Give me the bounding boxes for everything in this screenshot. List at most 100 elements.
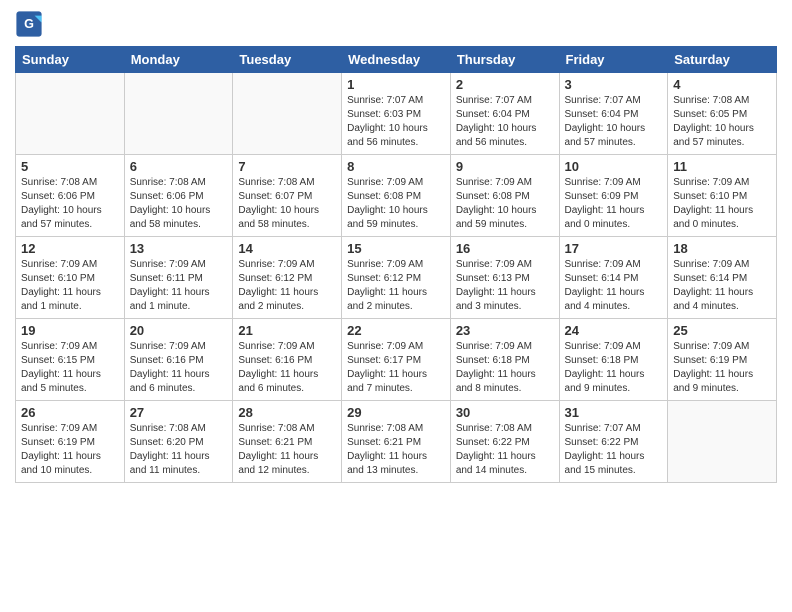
day-number: 26 [21,405,119,420]
day-number: 24 [565,323,663,338]
calendar-cell: 16 Sunrise: 7:09 AM Sunset: 6:13 PM Dayli… [450,237,559,319]
day-number: 28 [238,405,336,420]
day-info: Sunrise: 7:08 AM Sunset: 6:21 PM Dayligh… [238,422,336,478]
day-info: Sunrise: 7:09 AM Sunset: 6:13 PM Dayligh… [456,258,554,314]
day-info: Sunrise: 7:09 AM Sunset: 6:14 PM Dayligh… [565,258,663,314]
day-info: Sunrise: 7:09 AM Sunset: 6:18 PM Dayligh… [456,340,554,396]
header-day: Monday [124,47,233,73]
calendar-page: G SundayMondayTuesdayWednesdayThursdayFr… [0,0,792,612]
header-day: Saturday [668,47,777,73]
calendar-cell: 7 Sunrise: 7:08 AM Sunset: 6:07 PM Daylig… [233,155,342,237]
day-number: 27 [130,405,228,420]
day-number: 9 [456,159,554,174]
day-number: 16 [456,241,554,256]
calendar-cell: 2Sunrise: 7:07 AM Sunset: 6:04 PM Daylig… [450,73,559,155]
calendar-cell: 21 Sunrise: 7:09 AM Sunset: 6:16 PM Dayli… [233,319,342,401]
day-number: 10 [565,159,663,174]
day-number: 7 [238,159,336,174]
calendar-cell: 13 Sunrise: 7:09 AM Sunset: 6:11 PM Dayli… [124,237,233,319]
day-number: 23 [456,323,554,338]
calendar-cell: 31 Sunrise: 7:07 AM Sunset: 6:22 PM Dayli… [559,401,668,483]
svg-text:G: G [24,17,34,31]
day-number: 1 [347,77,445,92]
day-info: Sunrise: 7:09 AM Sunset: 6:17 PM Dayligh… [347,340,445,396]
day-info: Sunrise: 7:09 AM Sunset: 6:10 PM Dayligh… [673,176,771,232]
day-number: 21 [238,323,336,338]
day-info: Sunrise: 7:09 AM Sunset: 6:11 PM Dayligh… [130,258,228,314]
day-info: Sunrise: 7:09 AM Sunset: 6:19 PM Dayligh… [673,340,771,396]
day-number: 25 [673,323,771,338]
calendar-cell [16,73,125,155]
day-info: Sunrise: 7:07 AM Sunset: 6:04 PM Dayligh… [456,94,554,150]
header-day: Tuesday [233,47,342,73]
calendar-week-row: 1 Sunrise: 7:07 AM Sunset: 6:03 PM Daylig… [16,73,777,155]
day-info: Sunrise: 7:08 AM Sunset: 6:06 PM Dayligh… [21,176,119,232]
calendar-cell: 25 Sunrise: 7:09 AM Sunset: 6:19 PM Dayli… [668,319,777,401]
calendar-week-row: 5 Sunrise: 7:08 AM Sunset: 6:06 PM Daylig… [16,155,777,237]
calendar-cell: 9Sunrise: 7:09 AM Sunset: 6:08 PM Daylig… [450,155,559,237]
day-info: Sunrise: 7:09 AM Sunset: 6:09 PM Dayligh… [565,176,663,232]
day-info: Sunrise: 7:08 AM Sunset: 6:20 PM Dayligh… [130,422,228,478]
header-row: SundayMondayTuesdayWednesdayThursdayFrid… [16,47,777,73]
day-number: 18 [673,241,771,256]
calendar-cell: 17Sunrise: 7:09 AM Sunset: 6:14 PM Dayli… [559,237,668,319]
calendar-cell: 8 Sunrise: 7:09 AM Sunset: 6:08 PM Daylig… [342,155,451,237]
day-info: Sunrise: 7:09 AM Sunset: 6:10 PM Dayligh… [21,258,119,314]
day-info: Sunrise: 7:07 AM Sunset: 6:22 PM Dayligh… [565,422,663,478]
day-number: 31 [565,405,663,420]
day-info: Sunrise: 7:09 AM Sunset: 6:15 PM Dayligh… [21,340,119,396]
calendar-cell: 11Sunrise: 7:09 AM Sunset: 6:10 PM Dayli… [668,155,777,237]
day-number: 29 [347,405,445,420]
calendar-cell: 19Sunrise: 7:09 AM Sunset: 6:15 PM Dayli… [16,319,125,401]
header-day: Friday [559,47,668,73]
calendar-cell: 4Sunrise: 7:08 AM Sunset: 6:05 PM Daylig… [668,73,777,155]
day-number: 3 [565,77,663,92]
calendar-week-row: 26 Sunrise: 7:09 AM Sunset: 6:19 PM Dayli… [16,401,777,483]
day-info: Sunrise: 7:09 AM Sunset: 6:18 PM Dayligh… [565,340,663,396]
day-info: Sunrise: 7:09 AM Sunset: 6:12 PM Dayligh… [238,258,336,314]
calendar-header: G [15,10,777,38]
day-info: Sunrise: 7:09 AM Sunset: 6:19 PM Dayligh… [21,422,119,478]
calendar-cell: 10 Sunrise: 7:09 AM Sunset: 6:09 PM Dayli… [559,155,668,237]
day-number: 5 [21,159,119,174]
day-info: Sunrise: 7:09 AM Sunset: 6:16 PM Dayligh… [238,340,336,396]
day-number: 12 [21,241,119,256]
day-info: Sunrise: 7:08 AM Sunset: 6:07 PM Dayligh… [238,176,336,232]
day-info: Sunrise: 7:07 AM Sunset: 6:03 PM Dayligh… [347,94,445,150]
calendar-cell: 15Sunrise: 7:09 AM Sunset: 6:12 PM Dayli… [342,237,451,319]
day-info: Sunrise: 7:09 AM Sunset: 6:14 PM Dayligh… [673,258,771,314]
calendar-cell: 27 Sunrise: 7:08 AM Sunset: 6:20 PM Dayli… [124,401,233,483]
calendar-cell [668,401,777,483]
calendar-cell: 18 Sunrise: 7:09 AM Sunset: 6:14 PM Dayli… [668,237,777,319]
calendar-cell [233,73,342,155]
day-number: 4 [673,77,771,92]
header-day: Sunday [16,47,125,73]
day-number: 14 [238,241,336,256]
calendar-cell: 28 Sunrise: 7:08 AM Sunset: 6:21 PM Dayli… [233,401,342,483]
logo-icon: G [15,10,43,38]
calendar-cell: 20 Sunrise: 7:09 AM Sunset: 6:16 PM Dayli… [124,319,233,401]
calendar-cell: 1 Sunrise: 7:07 AM Sunset: 6:03 PM Daylig… [342,73,451,155]
calendar-cell: 5 Sunrise: 7:08 AM Sunset: 6:06 PM Daylig… [16,155,125,237]
day-number: 20 [130,323,228,338]
day-info: Sunrise: 7:07 AM Sunset: 6:04 PM Dayligh… [565,94,663,150]
calendar-cell: 26 Sunrise: 7:09 AM Sunset: 6:19 PM Dayli… [16,401,125,483]
day-info: Sunrise: 7:09 AM Sunset: 6:16 PM Dayligh… [130,340,228,396]
calendar-cell: 30 Sunrise: 7:08 AM Sunset: 6:22 PM Dayli… [450,401,559,483]
calendar-cell: 23 Sunrise: 7:09 AM Sunset: 6:18 PM Dayli… [450,319,559,401]
day-number: 13 [130,241,228,256]
day-number: 22 [347,323,445,338]
calendar-cell: 3 Sunrise: 7:07 AM Sunset: 6:04 PM Daylig… [559,73,668,155]
logo: G [15,10,45,38]
calendar-table: SundayMondayTuesdayWednesdayThursdayFrid… [15,46,777,483]
calendar-week-row: 12 Sunrise: 7:09 AM Sunset: 6:10 PM Dayli… [16,237,777,319]
day-info: Sunrise: 7:09 AM Sunset: 6:08 PM Dayligh… [347,176,445,232]
calendar-week-row: 19Sunrise: 7:09 AM Sunset: 6:15 PM Dayli… [16,319,777,401]
day-number: 15 [347,241,445,256]
calendar-cell [124,73,233,155]
day-number: 30 [456,405,554,420]
calendar-cell: 24 Sunrise: 7:09 AM Sunset: 6:18 PM Dayli… [559,319,668,401]
day-number: 8 [347,159,445,174]
calendar-cell: 22 Sunrise: 7:09 AM Sunset: 6:17 PM Dayli… [342,319,451,401]
day-info: Sunrise: 7:08 AM Sunset: 6:22 PM Dayligh… [456,422,554,478]
